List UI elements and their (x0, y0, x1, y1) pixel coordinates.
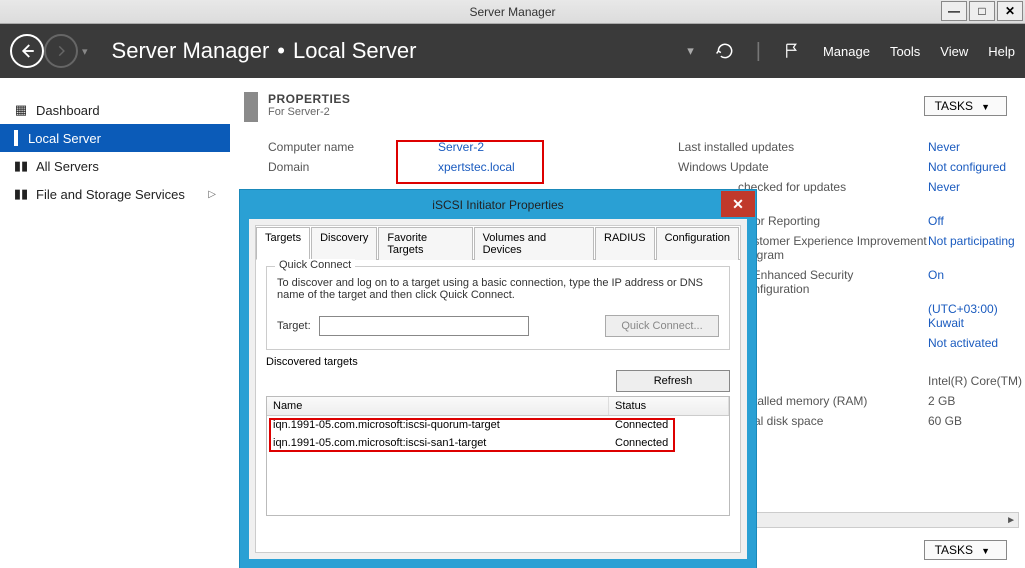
nav-back-button[interactable] (10, 34, 44, 68)
sidebar-item-dashboard[interactable]: ▦ Dashboard (0, 96, 230, 124)
dialog-tabs: Targets Discovery Favorite Targets Volum… (256, 226, 740, 260)
ceip-value[interactable]: Not participating (928, 234, 1025, 262)
sidebar-item-local-server[interactable]: Local Server (0, 124, 230, 152)
window-titlebar: Server Manager — □ ✕ (0, 0, 1025, 24)
dropdown-caret-icon[interactable]: ▾ (687, 43, 694, 59)
sidebar-item-label: All Servers (36, 159, 99, 174)
refresh-icon[interactable] (714, 40, 736, 62)
target-input[interactable] (319, 316, 529, 336)
sidebar: ▦ Dashboard Local Server ▮▮ All Servers … (0, 78, 230, 568)
nav-forward-button[interactable] (44, 34, 78, 68)
menu-manage[interactable]: Manage (823, 44, 870, 59)
tab-radius[interactable]: RADIUS (595, 227, 655, 260)
tab-favorite-targets[interactable]: Favorite Targets (378, 227, 472, 260)
breadcrumb: Server Manager • Local Server (112, 38, 417, 64)
computer-name-label: Computer name (268, 140, 438, 154)
arrow-right-icon (54, 44, 68, 58)
discovered-targets-label: Discovered targets (266, 356, 730, 368)
menu-help[interactable]: Help (988, 44, 1015, 59)
flag-icon[interactable] (781, 40, 803, 62)
target-row[interactable]: iqn.1991-05.com.microsoft:iscsi-quorum-t… (267, 416, 729, 434)
tab-discovery[interactable]: Discovery (311, 227, 377, 260)
servers-icon: ▮▮ (14, 158, 28, 174)
sidebar-item-label: Dashboard (36, 103, 100, 118)
separator-icon: | (756, 40, 761, 63)
tab-configuration[interactable]: Configuration (656, 227, 739, 260)
sidebar-item-file-storage[interactable]: ▮▮ File and Storage Services ▷ (0, 180, 230, 208)
target-name: iqn.1991-05.com.microsoft:iscsi-san1-tar… (267, 436, 609, 450)
maximize-button[interactable]: □ (969, 1, 995, 21)
win-update-value[interactable]: Not configured (928, 160, 1025, 174)
server-icon (14, 130, 18, 146)
quick-connect-button[interactable]: Quick Connect... (605, 315, 719, 337)
quick-connect-title: Quick Connect (275, 259, 355, 271)
tab-targets[interactable]: Targets (256, 227, 310, 260)
storage-icon: ▮▮ (14, 186, 28, 202)
target-row[interactable]: iqn.1991-05.com.microsoft:iscsi-san1-tar… (267, 434, 729, 452)
column-name[interactable]: Name (267, 397, 609, 415)
target-status: Connected (609, 436, 729, 450)
server-block-icon (244, 92, 258, 122)
ram-value: 2 GB (928, 394, 1025, 408)
menu-view[interactable]: View (940, 44, 968, 59)
tz-value[interactable]: (UTC+03:00) Kuwait (928, 302, 1025, 330)
dialog-title: iSCSI Initiator Properties (432, 198, 563, 212)
pid-value[interactable]: Not activated (928, 336, 1025, 350)
iesec-value[interactable]: On (928, 268, 1025, 296)
quick-connect-group: Quick Connect To discover and log on to … (266, 266, 730, 350)
close-button[interactable]: ✕ (997, 1, 1023, 21)
sidebar-item-label: File and Storage Services (36, 187, 185, 202)
breadcrumb-root[interactable]: Server Manager (112, 38, 270, 64)
breadcrumb-current: Local Server (293, 38, 417, 64)
refresh-button[interactable]: Refresh (616, 370, 730, 392)
app-header: ▾ Server Manager • Local Server ▾ | Mana… (0, 24, 1025, 78)
domain-value[interactable]: xpertstec.local (438, 160, 638, 174)
check-updates-value[interactable]: Never (928, 180, 1025, 194)
dashboard-icon: ▦ (14, 102, 28, 118)
computer-name-value[interactable]: Server-2 (438, 140, 638, 154)
properties-title: PROPERTIES (268, 92, 350, 106)
target-name: iqn.1991-05.com.microsoft:iscsi-quorum-t… (267, 418, 609, 432)
dialog-close-button[interactable]: ✕ (721, 191, 755, 217)
arrow-left-icon (18, 42, 36, 60)
er-value[interactable]: Off (928, 214, 1025, 228)
tasks-dropdown[interactable]: TASKS (924, 96, 1007, 116)
last-updates-label: Last installed updates (678, 140, 928, 154)
window-title: Server Manager (469, 5, 555, 19)
proc-value: Intel(R) Core(TM) (928, 374, 1025, 388)
minimize-button[interactable]: — (941, 1, 967, 21)
disk-value: 60 GB (928, 414, 1025, 428)
target-status: Connected (609, 418, 729, 432)
win-update-label: Windows Update (678, 160, 928, 174)
chevron-right-icon: ▷ (208, 189, 216, 200)
last-updates-value[interactable]: Never (928, 140, 1025, 154)
sidebar-item-all-servers[interactable]: ▮▮ All Servers (0, 152, 230, 180)
menu-tools[interactable]: Tools (890, 44, 920, 59)
tab-volumes-devices[interactable]: Volumes and Devices (474, 227, 594, 260)
nav-dropdown-icon[interactable]: ▾ (82, 45, 88, 58)
target-label: Target: (277, 320, 311, 332)
iscsi-dialog: iSCSI Initiator Properties ✕ Targets Dis… (240, 190, 756, 568)
tasks-dropdown-2[interactable]: TASKS (924, 540, 1007, 560)
breadcrumb-separator-icon: • (277, 38, 285, 64)
quick-connect-desc: To discover and log on to a target using… (277, 277, 719, 301)
sidebar-item-label: Local Server (28, 131, 101, 146)
dialog-titlebar[interactable]: iSCSI Initiator Properties ✕ (241, 191, 755, 219)
domain-label: Domain (268, 160, 438, 174)
properties-subtitle: For Server-2 (268, 106, 350, 118)
targets-list[interactable]: Name Status iqn.1991-05.com.microsoft:is… (266, 396, 730, 516)
column-status[interactable]: Status (609, 397, 729, 415)
